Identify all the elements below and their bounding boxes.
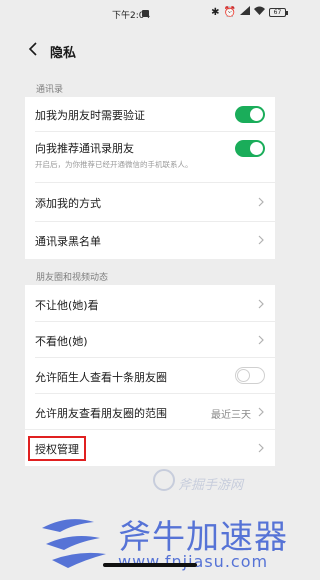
battery-icon: 67: [269, 7, 288, 17]
row-value: 最近三天: [211, 410, 251, 421]
watermark-title: 斧牛加速器: [118, 517, 288, 556]
wifi-icon: [254, 6, 265, 18]
watermark: 斧牛加速器 www.fnjiasu.com: [38, 502, 300, 580]
contacts-card: 加我为朋友时需要验证 向我推荐通讯录朋友 开启后，为你推荐已经开通微信的手机联系…: [25, 97, 275, 259]
alarm-icon: ⏰: [223, 6, 236, 18]
moments-card: 不让他(她)看 不看他(她) 允许陌生人查看十条朋友圈 允许朋友查看朋友圈的范围…: [25, 285, 275, 429]
toggle-switch[interactable]: [235, 140, 265, 157]
chevron-right-icon: [258, 299, 264, 309]
status-icons: ✱ ⏰ 67: [211, 6, 288, 18]
row-label: 不让他(她)看: [35, 299, 99, 312]
row-label: 不看他(她): [35, 335, 88, 348]
chevron-right-icon: [258, 443, 264, 453]
section-label-contacts: 通讯录: [36, 85, 64, 95]
row-require-verification: 加我为朋友时需要验证: [25, 97, 275, 131]
row-stranger-view: 允许陌生人查看十条朋友圈: [25, 358, 275, 393]
signal-icon: [240, 6, 250, 18]
chevron-right-icon: [258, 335, 264, 345]
row-label: 允许陌生人查看十条朋友圈: [35, 371, 167, 384]
toggle-switch[interactable]: [235, 106, 265, 123]
page-title: 隐私: [50, 46, 77, 61]
row-label: 添加我的方式: [35, 197, 101, 210]
row-hide-from[interactable]: 不让他(她)看: [25, 285, 275, 321]
watermark-logo-icon: [42, 519, 106, 568]
watermark-overlay-text: 斧掘手游网: [178, 478, 244, 493]
notification-icon: [142, 10, 149, 17]
row-label: 向我推荐通讯录朋友: [35, 142, 134, 155]
row-hide-their[interactable]: 不看他(她): [25, 322, 275, 357]
section-label-moments: 朋友圈和视频动态: [36, 273, 109, 283]
chevron-right-icon: [258, 197, 264, 207]
chevron-left-icon: [28, 42, 37, 56]
status-bar: 下午2:04 ✱ ⏰ 67: [0, 0, 300, 28]
row-label: 通讯录黑名单: [35, 235, 101, 248]
watermark-overlay: 斧掘手游网: [150, 462, 270, 502]
bluetooth-icon: ✱: [211, 6, 220, 18]
nav-bar: 隐私: [0, 28, 300, 72]
highlight-box: [28, 436, 86, 461]
chevron-right-icon: [258, 235, 264, 245]
gesture-bar[interactable]: [103, 563, 197, 567]
row-recommend-contacts: 向我推荐通讯录朋友 开启后，为你推荐已经开通微信的手机联系人。: [25, 132, 275, 182]
row-label: 允许朋友查看朋友圈的范围: [35, 407, 167, 420]
row-friend-view-range[interactable]: 允许朋友查看朋友圈的范围 最近三天: [25, 394, 275, 429]
watermark-url: www.fnjiasu.com: [118, 552, 269, 571]
row-label: 加我为朋友时需要验证: [35, 109, 145, 122]
back-button[interactable]: [28, 42, 42, 58]
chevron-right-icon: [258, 407, 264, 417]
row-blacklist[interactable]: 通讯录黑名单: [25, 222, 275, 259]
row-description: 开启后，为你推荐已经开通微信的手机联系人。: [35, 160, 193, 169]
toggle-switch[interactable]: [235, 367, 265, 384]
watermark-logo-icon: [153, 469, 175, 491]
row-add-me-methods[interactable]: 添加我的方式: [25, 183, 275, 221]
